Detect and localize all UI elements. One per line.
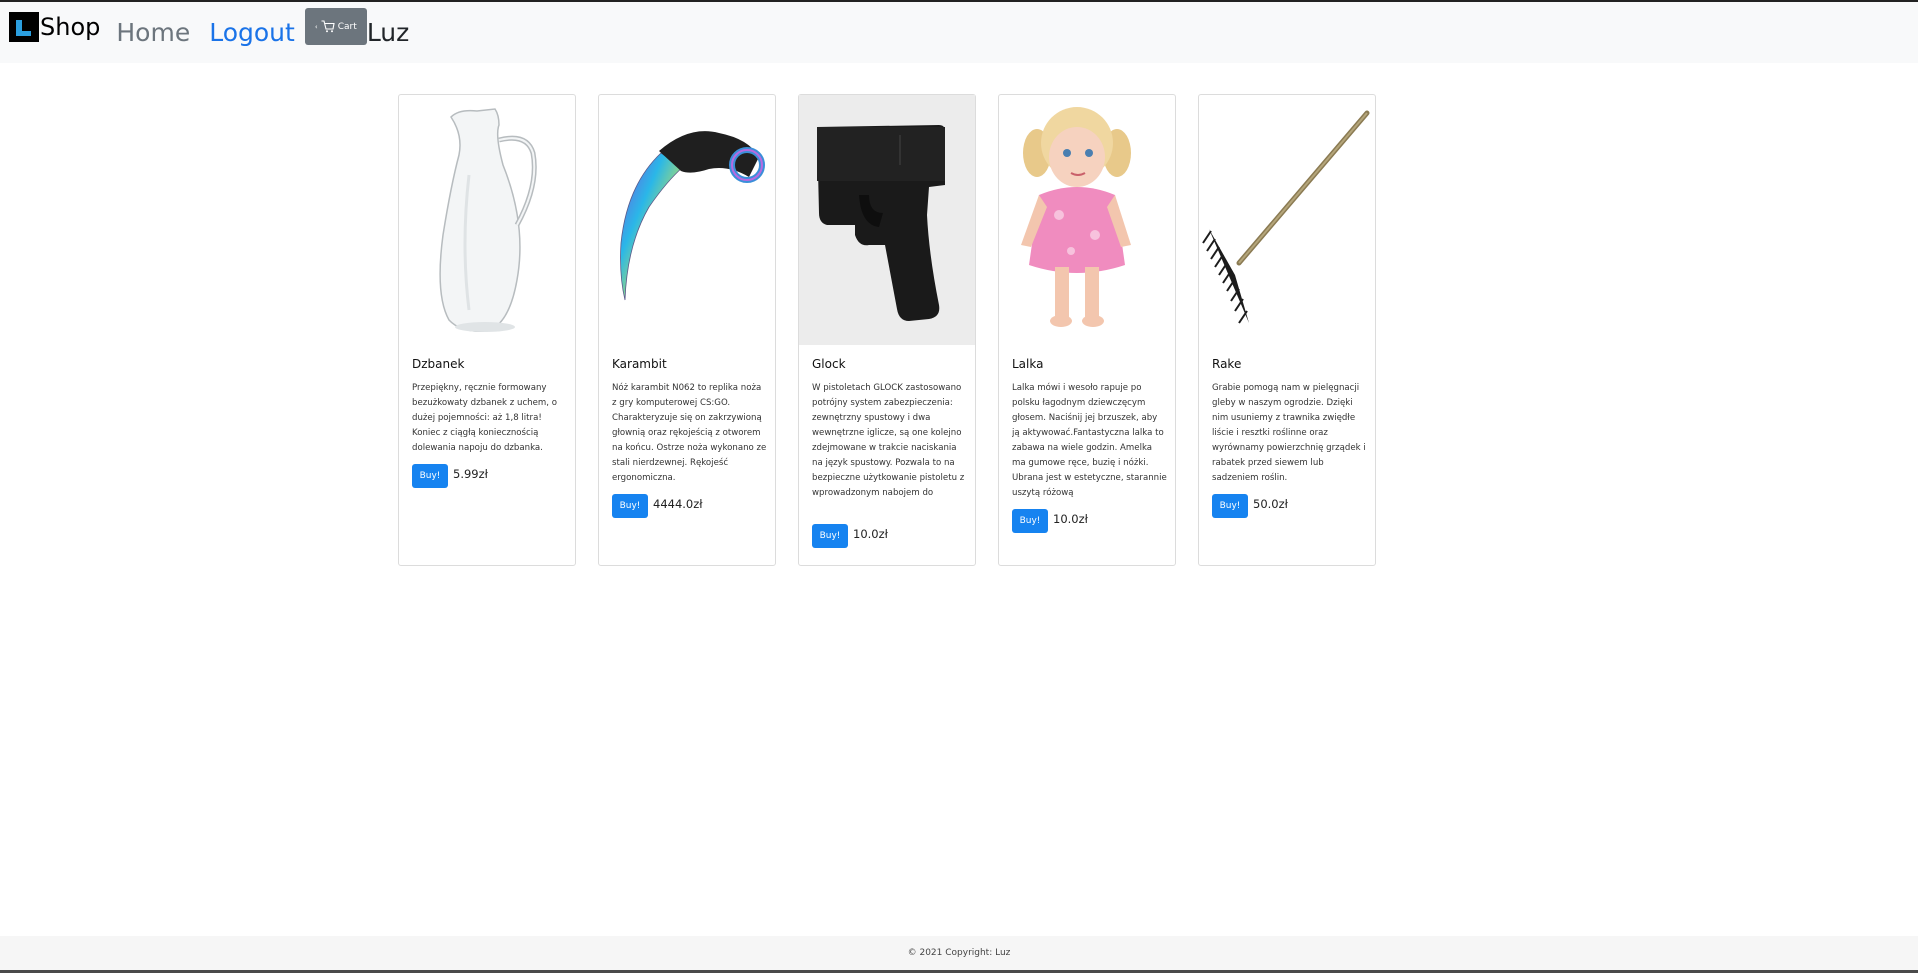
product-price: 10.0zł — [1053, 512, 1088, 526]
product-image-rake[interactable] — [1199, 95, 1375, 345]
footer: © 2021 Copyright: Luz — [0, 936, 1918, 970]
buy-row: Buy! 5.99zł — [412, 464, 488, 488]
buy-button[interactable]: Buy! — [1212, 494, 1248, 518]
logo-icon — [9, 11, 39, 42]
nav-home-link[interactable]: Home — [116, 18, 190, 47]
badge-dot-icon: ‹ — [314, 22, 318, 31]
product-name: Karambit — [612, 357, 667, 371]
product-image-glock[interactable] — [799, 95, 975, 345]
product-name: Rake — [1212, 357, 1242, 371]
buy-button[interactable]: Buy! — [612, 494, 648, 518]
nav-logout-link[interactable]: Logout — [209, 18, 295, 47]
product-image-dzbanek[interactable] — [399, 95, 575, 345]
product-image-karambit[interactable] — [599, 95, 775, 345]
cart-button[interactable]: ‹ Cart — [304, 8, 367, 45]
product-card-dzbanek: Dzbanek Przepiękny, ręcznie formowany be… — [398, 94, 576, 566]
brand[interactable]: Shop — [9, 2, 100, 63]
product-card-lalka: Lalka Lalka mówi i wesoło rapuje po pols… — [998, 94, 1176, 566]
buy-row: Buy! 10.0zł — [812, 524, 888, 548]
footer-copyright: © 2021 Copyright: Luz — [907, 948, 1011, 958]
product-price: 4444.0zł — [653, 497, 703, 511]
buy-row: Buy! 50.0zł — [1212, 494, 1288, 518]
product-image-lalka[interactable] — [999, 95, 1175, 345]
product-card-rake: Rake Grabie pomogą nam w pielęgnacji gle… — [1198, 94, 1376, 566]
product-description: Przepiękny, ręcznie formowany bezużkowat… — [412, 383, 557, 453]
product-description: Grabie pomogą nam w pielęgnacji gleby w … — [1212, 383, 1366, 483]
cart-label: Cart — [337, 21, 357, 32]
product-card-glock: Glock W pistoletach GLOCK zastosowano po… — [798, 94, 976, 566]
product-price: 50.0zł — [1253, 497, 1288, 511]
buy-button[interactable]: Buy! — [812, 524, 848, 548]
buy-button[interactable]: Buy! — [412, 464, 448, 488]
product-price: 10.0zł — [853, 527, 888, 541]
product-name: Glock — [812, 357, 846, 371]
product-description: W pistoletach GLOCK zastosowano potrójny… — [812, 383, 965, 498]
buy-row: Buy! 4444.0zł — [612, 494, 703, 518]
product-price: 5.99zł — [453, 467, 488, 481]
buy-button[interactable]: Buy! — [1012, 509, 1048, 533]
brand-text: Shop — [40, 12, 101, 41]
cart-icon — [321, 20, 335, 33]
product-name: Lalka — [1012, 357, 1044, 371]
buy-row: Buy! 10.0zł — [1012, 509, 1088, 533]
product-name: Dzbanek — [412, 357, 465, 371]
navbar: Shop Home Logout ‹ Cart Luz — [0, 2, 1918, 63]
product-description: Nóż karambit N062 to replika noża z gry … — [612, 383, 767, 483]
product-description: Lalka mówi i wesoło rapuje po polsku łag… — [1012, 383, 1167, 498]
product-card-karambit: Karambit Nóż karambit N062 to replika no… — [598, 94, 776, 566]
user-name: Luz — [366, 18, 410, 47]
